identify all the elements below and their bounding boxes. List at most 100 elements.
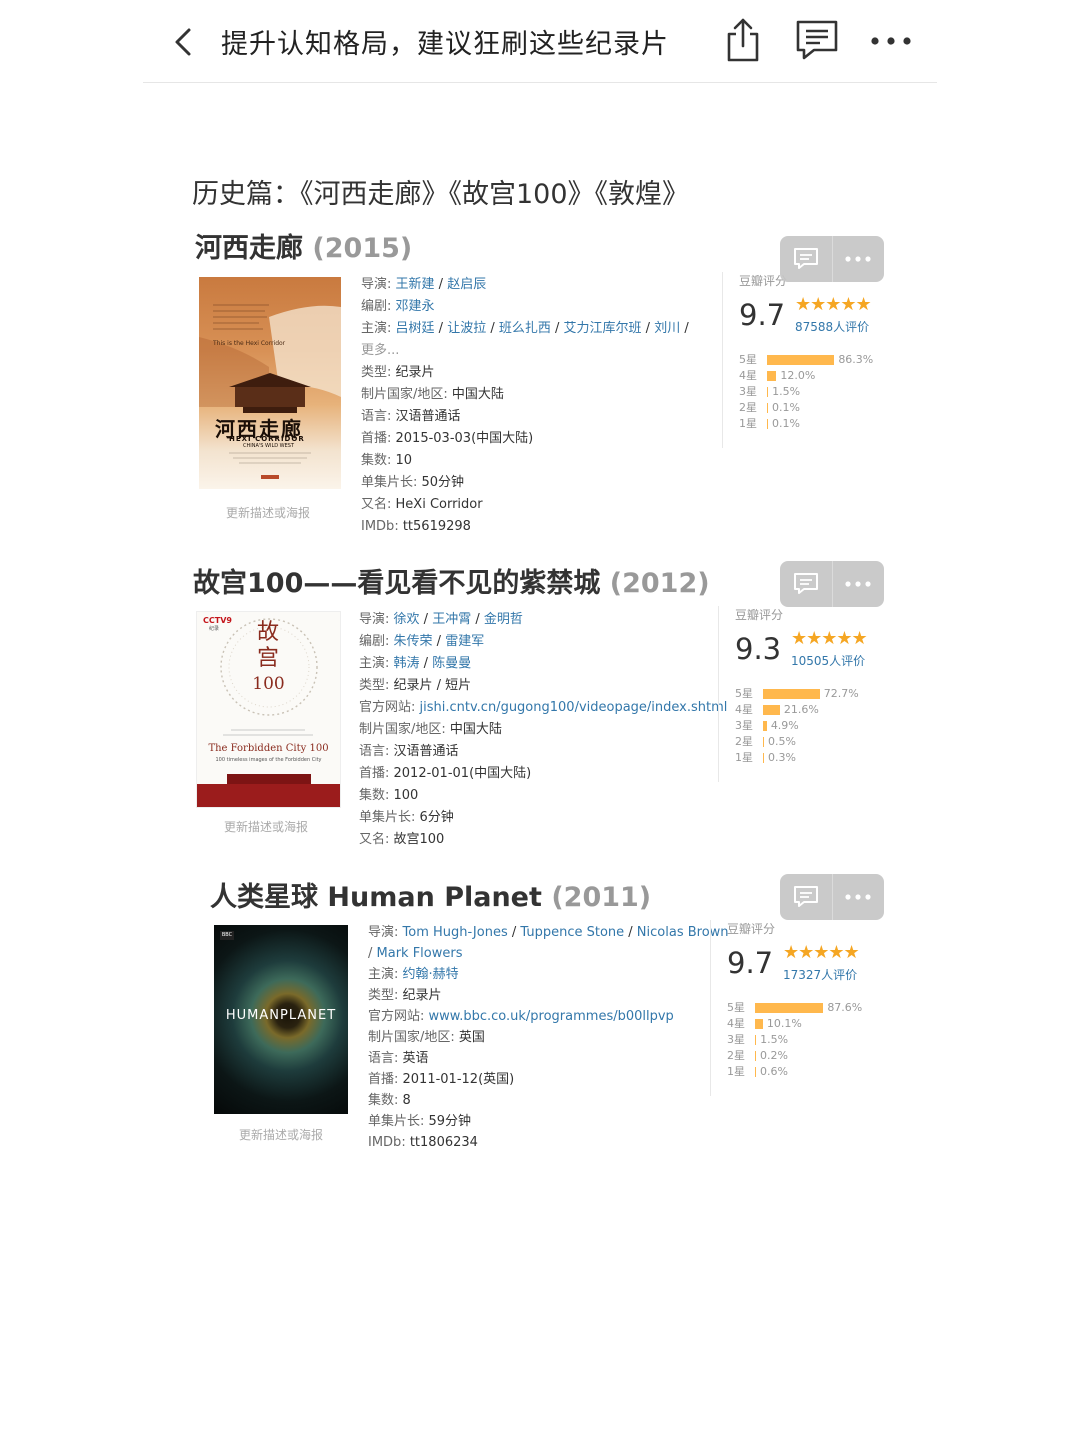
- comment-button[interactable]: [794, 16, 838, 64]
- update-poster-link[interactable]: 更新描述或海报: [226, 504, 310, 521]
- poster-brand-sub: 纪录: [209, 626, 220, 632]
- info-row: IMDb: tt1806234: [368, 1132, 729, 1153]
- float-more-button[interactable]: [833, 236, 885, 282]
- info-value: 纪录片: [395, 365, 435, 380]
- rating-dist-bar: [763, 705, 780, 715]
- info-row: 类型: 纪录片: [361, 362, 689, 384]
- info-value: 8: [402, 1093, 411, 1108]
- info-link[interactable]: 邓建永: [396, 299, 435, 314]
- float-more-button[interactable]: [833, 874, 885, 920]
- info-label: 又名:: [359, 832, 394, 847]
- info-link[interactable]: 艾力江库尔班: [564, 321, 642, 336]
- rating-dist-row: 5星 86.3%: [739, 352, 873, 368]
- info-link[interactable]: 徐欢: [394, 612, 420, 627]
- info-link[interactable]: 让波拉: [447, 321, 486, 336]
- info-link[interactable]: Tom Hugh-Jones: [403, 925, 508, 940]
- rating-dist-bar: [767, 403, 768, 413]
- info-value: 汉语普通话: [395, 409, 461, 424]
- film-title[interactable]: 故宫100——看见看不见的紫禁城 (2012): [193, 561, 710, 600]
- film-year: (2011): [551, 882, 652, 913]
- info-row: 首播: 2015-03-03(中国大陆): [361, 428, 689, 450]
- film-poster[interactable]: This is the Hexi Corridor 河西走廊 HEXI CORR…: [199, 277, 341, 489]
- info-link[interactable]: jishi.cntv.cn/gugong100/videopage/index.…: [420, 700, 728, 715]
- float-comment-button[interactable]: [780, 874, 833, 920]
- info-trail: /: [680, 321, 689, 336]
- info-link[interactable]: 刘川: [654, 321, 680, 336]
- rating-dist-pct: 0.1%: [772, 401, 800, 414]
- float-more-button[interactable]: [833, 561, 885, 607]
- update-poster-link[interactable]: 更新描述或海报: [239, 1126, 323, 1143]
- film-title[interactable]: 人类星球 Human Planet (2011): [210, 875, 651, 914]
- info-link[interactable]: 赵启辰: [447, 277, 486, 292]
- info-link[interactable]: 金明哲: [484, 612, 523, 627]
- back-button[interactable]: [165, 24, 201, 60]
- info-row: 主演: 韩涛 / 陈曼曼: [359, 656, 472, 671]
- info-value: 英语: [402, 1051, 429, 1066]
- rating-dist-label: 4星: [727, 1017, 745, 1030]
- info-row: IMDb: tt5619298: [361, 516, 689, 538]
- info-link[interactable]: Mark Flowers: [377, 946, 463, 961]
- info-link[interactable]: 韩涛: [394, 656, 420, 671]
- info-link[interactable]: 班么扎西: [499, 321, 551, 336]
- info-link[interactable]: www.bbc.co.uk/programmes/b00llpvp: [429, 1009, 674, 1024]
- info-label: 单集片长:: [368, 1114, 429, 1129]
- float-comment-button[interactable]: [780, 561, 833, 607]
- comment-icon: [793, 886, 818, 907]
- rating-distribution: 5星 86.3% 4星 12.0% 3星 1.5% 2星 0.1% 1星 0.1%: [739, 352, 873, 432]
- rating-votes[interactable]: 17327人评价: [783, 966, 857, 983]
- rating-box: 豆瓣评分 9.7 ★★★★★ 17327人评价 5星 87.6% 4星 10.1% 3星 1.5%…: [710, 920, 892, 1096]
- film-poster[interactable]: BBC HUMANPLANET: [214, 925, 348, 1114]
- info-link[interactable]: 吕树廷: [396, 321, 435, 336]
- info-value: 6分钟: [419, 810, 454, 825]
- rating-dist-row: 1星 0.3%: [735, 750, 859, 766]
- info-link[interactable]: 王冲霄: [432, 612, 471, 627]
- info-link[interactable]: 约翰·赫特: [403, 967, 459, 982]
- rating-dist-pct: 10.1%: [766, 1017, 802, 1030]
- share-icon: [727, 18, 759, 62]
- comment-icon: [793, 573, 818, 594]
- more-icon: [845, 894, 871, 900]
- rating-dist-label: 3星: [727, 1033, 745, 1046]
- film-title-text: 故宫100——看见看不见的紫禁城: [193, 568, 601, 599]
- info-label: 首播:: [368, 1072, 403, 1087]
- info-row: 又名: 故宫100: [359, 829, 727, 851]
- poster-title: 故宫: [256, 620, 279, 671]
- film-poster[interactable]: CCTV9 纪录 故宫 100 The Forbidden City 100 1…: [196, 611, 341, 808]
- share-button[interactable]: [721, 16, 765, 64]
- rating-dist-pct: 87.6%: [827, 1001, 863, 1014]
- rating-dist-row: 1星 0.1%: [739, 416, 873, 432]
- info-label: 集数:: [368, 1093, 403, 1108]
- info-value: tt5619298: [402, 519, 471, 534]
- rating-dist-bar: [755, 1003, 824, 1013]
- rating-dist-row: 4星 12.0%: [739, 368, 873, 384]
- more-button[interactable]: [867, 16, 915, 64]
- info-row: 单集片长: 6分钟: [359, 807, 727, 829]
- info-link[interactable]: 王新建: [396, 277, 435, 292]
- update-poster-link[interactable]: 更新描述或海报: [224, 818, 308, 835]
- rating-dist-bar: [767, 371, 777, 381]
- info-label: 集数:: [361, 453, 396, 468]
- info-row: 集数: 10: [361, 450, 689, 472]
- info-link[interactable]: Tuppence Stone: [520, 925, 624, 940]
- rating-dist-pct: 4.9%: [770, 719, 799, 732]
- film-title[interactable]: 河西走廊 (2015): [195, 226, 412, 265]
- rating-votes[interactable]: 87588人评价: [795, 318, 869, 335]
- info-link[interactable]: 雷建军: [445, 634, 484, 649]
- info-row: 官方网站: jishi.cntv.cn/gugong100/videopage/…: [359, 697, 727, 719]
- rating-votes[interactable]: 10505人评价: [791, 652, 865, 669]
- info-row: 首播: 2011-01-12(英国): [368, 1069, 729, 1090]
- info-value: HeXi Corridor: [395, 497, 483, 512]
- rating-distribution: 5星 87.6% 4星 10.1% 3星 1.5% 2星 0.2% 1星 0.6%: [727, 1000, 862, 1080]
- rating-dist-label: 4星: [735, 703, 753, 716]
- info-link[interactable]: 陈曼曼: [432, 656, 471, 671]
- info-label: 主演:: [359, 656, 394, 671]
- rating-dist-label: 5星: [735, 687, 753, 700]
- info-label: /: [368, 946, 377, 961]
- rating-dist-row: 2星 0.1%: [739, 400, 873, 416]
- info-row: 编剧: 朱传荣 / 雷建军: [359, 634, 485, 649]
- info-link[interactable]: 朱传荣: [394, 634, 433, 649]
- rating-distribution: 5星 72.7% 4星 21.6% 3星 4.9% 2星 0.5% 1星 0.3%: [735, 686, 859, 766]
- rating-stars: ★★★★★: [783, 942, 860, 963]
- poster-art: [199, 304, 341, 479]
- float-comment-button[interactable]: [780, 236, 833, 282]
